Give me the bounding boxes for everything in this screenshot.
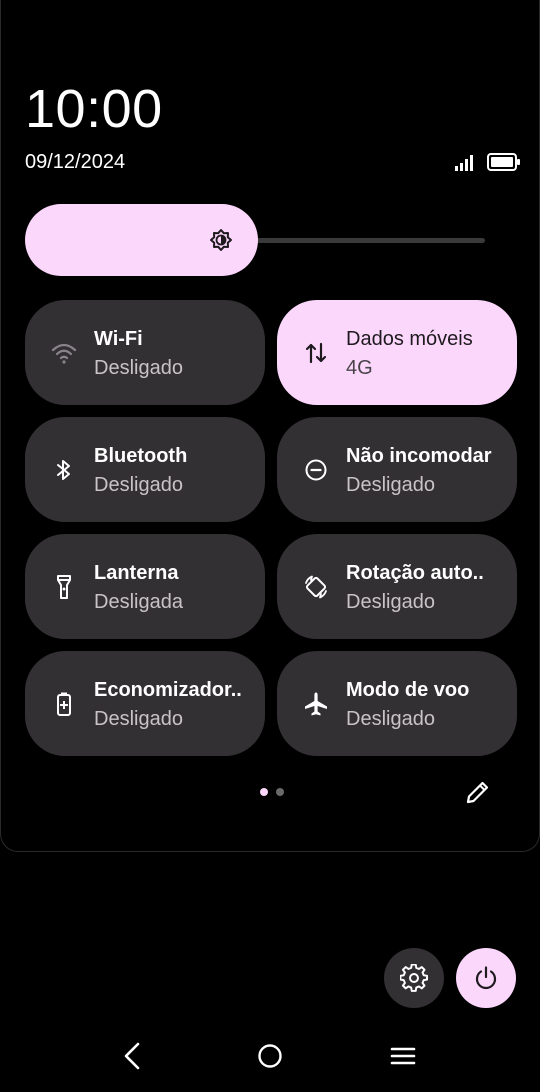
tile-auto-rotate[interactable]: Rotação auto.. Desligado — [277, 534, 517, 639]
tile-title: Economizador.. — [94, 679, 242, 701]
back-icon[interactable] — [120, 1042, 144, 1070]
tile-title: Wi-Fi — [94, 328, 143, 350]
quick-settings-screen: 10:00 09/12/2024 Wi-Fi Desligado Dados m… — [0, 0, 540, 1092]
tile-subtitle: Desligada — [94, 591, 183, 613]
page-indicator — [260, 788, 284, 796]
power-icon — [475, 966, 497, 990]
tile-title: Bluetooth — [94, 445, 188, 467]
bluetooth-icon — [57, 460, 70, 480]
gear-icon — [400, 964, 428, 992]
battery-icon — [487, 153, 520, 171]
status-icons — [455, 153, 521, 171]
flashlight-icon — [57, 575, 71, 599]
tile-subtitle: Desligado — [346, 474, 435, 496]
tile-subtitle: 4G — [346, 357, 373, 379]
navigation-bar — [0, 1030, 540, 1082]
date[interactable]: 09/12/2024 — [25, 151, 125, 174]
recents-menu-icon[interactable] — [390, 1042, 416, 1070]
brightness-icon — [210, 229, 232, 251]
power-button[interactable] — [456, 948, 516, 1008]
quick-settings-panel: 10:00 09/12/2024 Wi-Fi Desligado Dados m… — [0, 0, 540, 852]
tile-title: Lanterna — [94, 562, 179, 584]
tile-do-not-disturb[interactable]: Não incomodar Desligado — [277, 417, 517, 522]
tile-subtitle: Desligado — [94, 708, 183, 730]
home-icon[interactable] — [257, 1042, 283, 1070]
settings-button[interactable] — [384, 948, 444, 1008]
mobile-data-icon — [305, 342, 327, 364]
page-dot[interactable] — [276, 788, 284, 796]
edit-pencil-icon[interactable] — [464, 778, 492, 806]
tile-flashlight[interactable]: Lanterna Desligada — [25, 534, 265, 639]
auto-rotate-icon — [305, 575, 327, 599]
tile-title: Não incomodar — [346, 445, 492, 467]
tile-airplane-mode[interactable]: Modo de voo Desligado — [277, 651, 517, 756]
tile-subtitle: Desligado — [346, 708, 435, 730]
tile-battery-saver[interactable]: Economizador.. Desligado — [25, 651, 265, 756]
brightness-slider[interactable] — [25, 204, 485, 276]
airplane-icon — [305, 692, 327, 716]
do-not-disturb-icon — [305, 459, 327, 481]
tile-subtitle: Desligado — [94, 357, 183, 379]
tile-title: Modo de voo — [346, 679, 470, 701]
brightness-track[interactable] — [245, 238, 485, 243]
clock[interactable]: 10:00 — [25, 78, 163, 140]
tile-title: Rotação auto.. — [346, 562, 484, 584]
tile-bluetooth[interactable]: Bluetooth Desligado — [25, 417, 265, 522]
wifi-icon — [51, 343, 77, 364]
tile-mobile-data[interactable]: Dados móveis 4G — [277, 300, 517, 405]
page-dot-active[interactable] — [260, 788, 268, 796]
tile-subtitle: Desligado — [94, 474, 183, 496]
tile-wifi[interactable]: Wi-Fi Desligado — [25, 300, 265, 405]
tile-title: Dados móveis — [346, 328, 473, 350]
tile-subtitle: Desligado — [346, 591, 435, 613]
cell-signal-icon — [455, 155, 473, 171]
battery-saver-icon — [57, 692, 71, 716]
